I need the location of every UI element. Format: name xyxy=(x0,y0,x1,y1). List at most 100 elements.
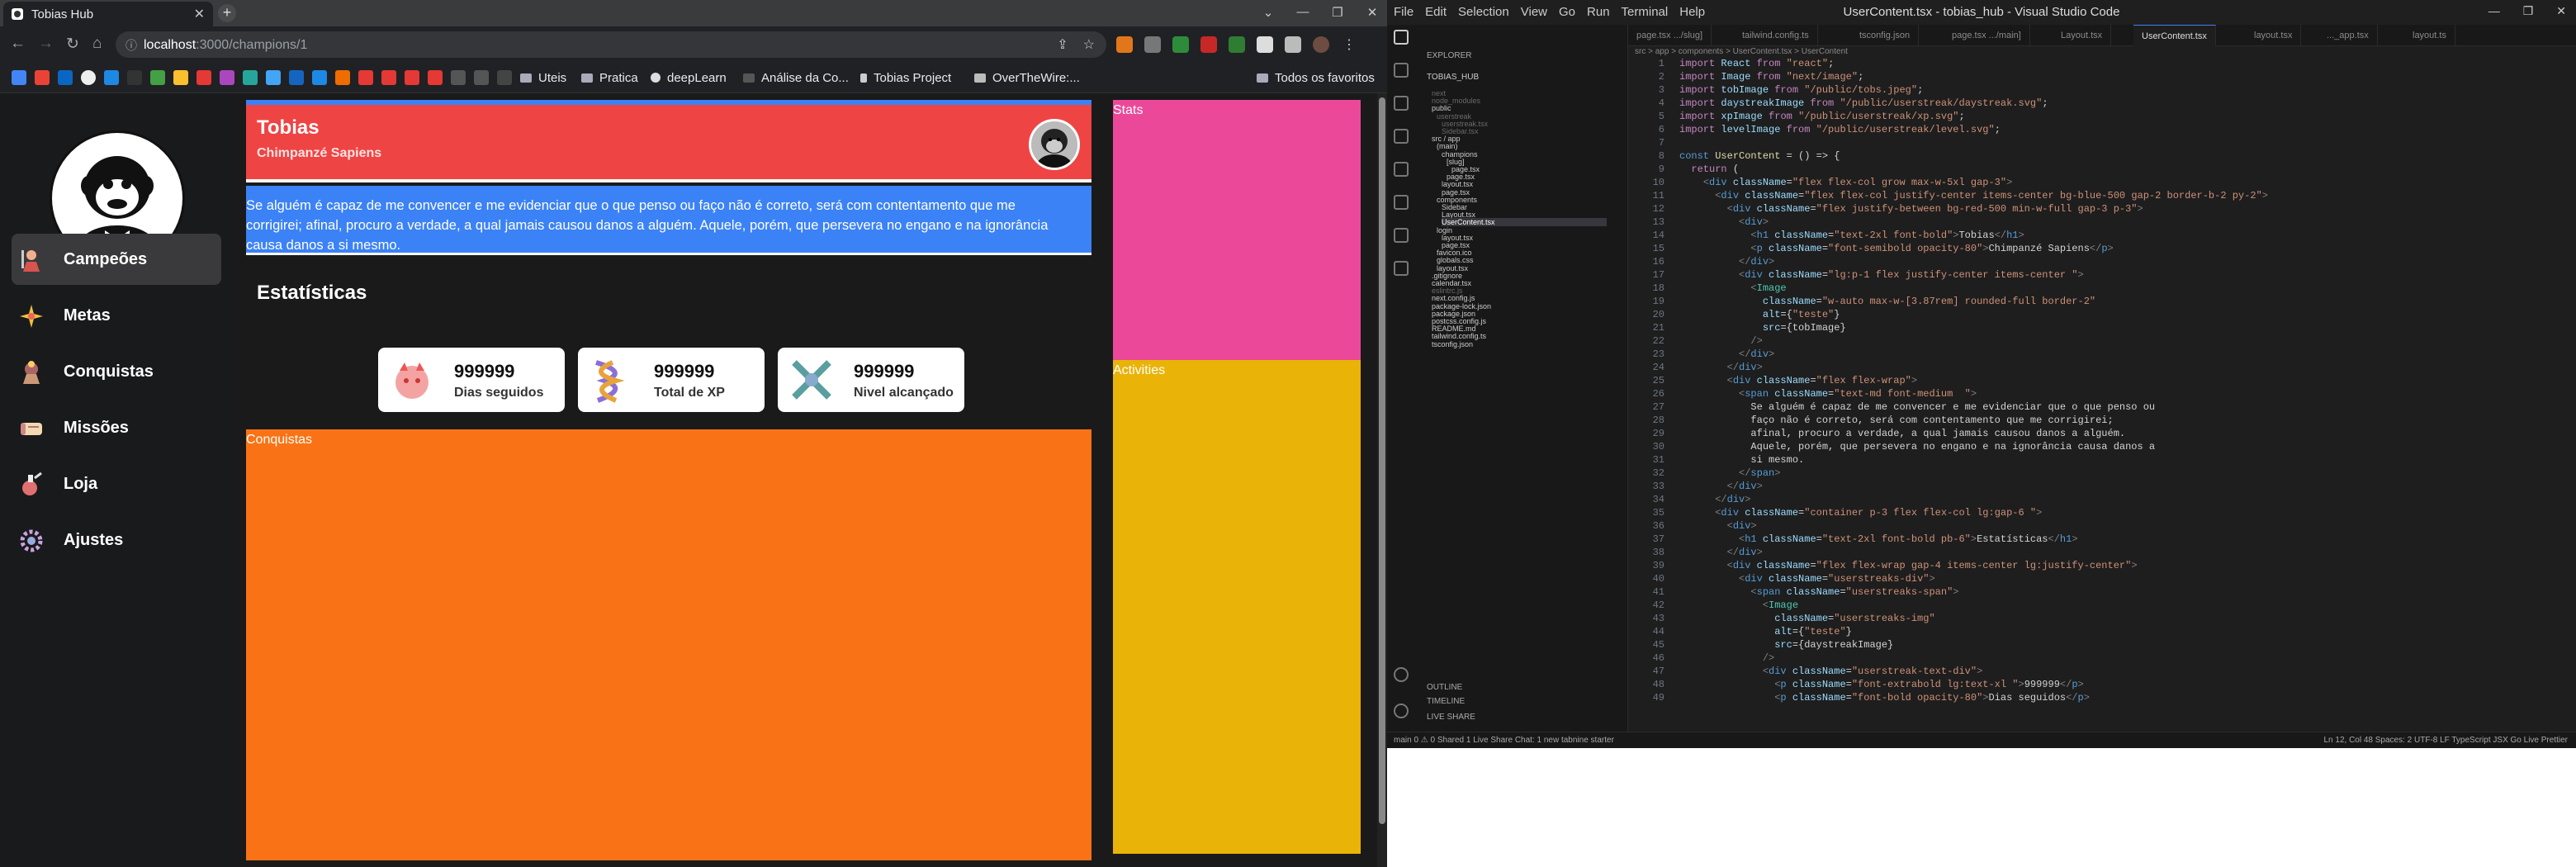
extension-icon[interactable] xyxy=(1172,36,1189,53)
youtube-bookmark-icon[interactable] xyxy=(405,70,419,85)
bookmark-analise[interactable]: Análise da Co... xyxy=(743,71,849,85)
site-info-icon[interactable]: ⓘ xyxy=(125,37,137,54)
code-editor[interactable]: 1 import React from "react"; 2 import Imag… xyxy=(1628,58,2576,735)
bookmark-icon[interactable] xyxy=(266,70,281,85)
nav-item-missoes[interactable]: Missões xyxy=(12,402,221,453)
menu-help[interactable]: Help xyxy=(1679,5,1705,19)
bookmark-icon[interactable] xyxy=(335,70,350,85)
timeline-section[interactable]: TIMELINE xyxy=(1427,697,1465,706)
menu-view[interactable]: View xyxy=(1521,5,1547,19)
puzzle-extensions-icon[interactable] xyxy=(1257,36,1273,53)
new-tab-button[interactable]: + xyxy=(218,4,236,22)
editor-tab[interactable]: Layout.tsx xyxy=(2053,25,2112,46)
minimize-icon[interactable]: — xyxy=(1295,5,1311,20)
menu-terminal[interactable]: Terminal xyxy=(1622,5,1669,19)
metamask-extension-icon[interactable] xyxy=(1116,36,1133,53)
file-tree-item[interactable]: UserContent.tsx xyxy=(1442,218,1607,227)
project-name[interactable]: TOBIAS_HUB xyxy=(1427,73,1479,82)
back-icon[interactable]: ← xyxy=(10,35,26,53)
browser-tab[interactable]: Tobias Hub ✕ xyxy=(3,2,213,26)
bookmark-icon[interactable] xyxy=(127,70,142,85)
menu-file[interactable]: File xyxy=(1394,5,1413,19)
reading-list-icon[interactable] xyxy=(1285,36,1301,53)
profile-avatar-icon[interactable] xyxy=(1313,36,1329,53)
editor-tab[interactable]: layout.ts xyxy=(2404,25,2455,46)
breadcrumb[interactable]: src > app > components > UserContent.tsx… xyxy=(1635,47,1848,56)
forward-icon[interactable]: → xyxy=(38,35,54,53)
share-icon[interactable]: ⇪ xyxy=(1057,36,1068,53)
pdf-extension-icon[interactable] xyxy=(1200,36,1217,53)
nav-item-campeoes[interactable]: Campeões xyxy=(12,234,221,285)
bookmark-icon[interactable] xyxy=(150,70,165,85)
editor-tab[interactable]: tailwind.config.ts xyxy=(1734,25,1818,46)
live-share-section[interactable]: LIVE SHARE xyxy=(1427,713,1475,722)
bookmark-icon[interactable] xyxy=(358,70,373,85)
editor-tab[interactable]: page.tsx .../main] xyxy=(1944,25,2030,46)
youtube-bookmark-icon[interactable] xyxy=(381,70,396,85)
files-icon[interactable] xyxy=(1394,30,1409,45)
bookmark-overthewire[interactable]: OverTheWire:... xyxy=(974,71,1080,85)
remote-icon[interactable] xyxy=(1394,195,1409,210)
github-icon[interactable] xyxy=(1394,261,1409,276)
source-control-icon[interactable] xyxy=(1394,96,1409,111)
bookmark-icon[interactable] xyxy=(104,70,119,85)
maximize-icon[interactable]: ❐ xyxy=(2523,4,2534,18)
extensions-icon[interactable] xyxy=(1394,162,1409,177)
minimize-icon[interactable]: — xyxy=(2488,4,2500,18)
close-window-icon[interactable]: ✕ xyxy=(2556,4,2566,18)
browser-menu-icon[interactable]: ⋮ xyxy=(1341,36,1357,53)
bookmark-icon[interactable] xyxy=(197,70,211,85)
nav-item-conquistas[interactable]: Conquistas xyxy=(12,346,221,397)
linkedin-bookmark-icon[interactable] xyxy=(58,70,73,85)
file-tree-item[interactable]: tsconfig.json xyxy=(1432,340,1473,348)
search-icon[interactable] xyxy=(1394,63,1409,78)
editor-tab[interactable]: tsconfig.json xyxy=(1851,25,1920,46)
tab-search-icon[interactable]: ⌄ xyxy=(1260,5,1276,20)
youtube-bookmark-icon[interactable] xyxy=(428,70,443,85)
extension-icon[interactable] xyxy=(1144,36,1161,53)
editor-tab[interactable]: ..._app.tsx xyxy=(2318,25,2378,46)
status-left[interactable]: main 0 ⚠ 0 Shared 1 Live Share Chat: 1 n… xyxy=(1394,736,1614,745)
address-bar[interactable]: ⓘ localhost:3000/champions/1 ⇪ ☆ xyxy=(116,31,1106,58)
github-bookmark-icon[interactable] xyxy=(81,70,96,85)
close-window-icon[interactable]: ✕ xyxy=(1364,5,1380,20)
bookmark-folder-pratica[interactable]: Pratica xyxy=(581,71,638,85)
close-tab-icon[interactable]: ✕ xyxy=(194,6,205,22)
nav-item-ajustes[interactable]: Ajustes xyxy=(12,514,221,566)
bookmark-all-favorites[interactable]: Todos os favoritos xyxy=(1257,71,1375,85)
nav-item-loja[interactable]: Loja xyxy=(12,458,221,509)
bookmark-icon[interactable] xyxy=(243,70,258,85)
editor-tab-active[interactable]: UserContent.tsx xyxy=(2133,25,2216,46)
menu-selection[interactable]: Selection xyxy=(1458,5,1509,19)
bookmark-icon[interactable] xyxy=(12,70,26,85)
gmail-bookmark-icon[interactable] xyxy=(35,70,50,85)
bookmark-icon[interactable] xyxy=(451,70,466,85)
menu-go[interactable]: Go xyxy=(1559,5,1575,19)
nav-item-metas[interactable]: Metas xyxy=(12,290,221,341)
maximize-icon[interactable]: ❐ xyxy=(1329,5,1346,20)
live-share-icon[interactable] xyxy=(1394,228,1409,243)
editor-tab[interactable]: page.tsx .../slug] xyxy=(1628,25,1712,46)
settings-gear-icon[interactable] xyxy=(1394,704,1409,718)
editor-tab[interactable]: layout.tsx xyxy=(2246,25,2302,46)
bookmark-icon[interactable] xyxy=(220,70,234,85)
bookmark-icon[interactable] xyxy=(289,70,304,85)
extension-icon[interactable] xyxy=(1229,36,1245,53)
run-debug-icon[interactable] xyxy=(1394,129,1409,144)
reload-icon[interactable]: ↻ xyxy=(66,35,79,54)
page-scrollbar[interactable] xyxy=(1377,93,1387,867)
home-icon[interactable]: ⌂ xyxy=(92,35,102,53)
status-right[interactable]: Ln 12, Col 48 Spaces: 2 UTF-8 LF TypeScr… xyxy=(2323,736,2568,745)
bookmark-deeplearn[interactable]: deepLearn xyxy=(651,71,727,85)
menu-edit[interactable]: Edit xyxy=(1425,5,1447,19)
bookmark-star-icon[interactable]: ☆ xyxy=(1083,36,1095,53)
bookmark-icon[interactable] xyxy=(474,70,489,85)
account-icon[interactable] xyxy=(1394,667,1409,682)
menu-run[interactable]: Run xyxy=(1587,5,1610,19)
outline-section[interactable]: OUTLINE xyxy=(1427,683,1462,692)
bookmark-folder-uteis[interactable]: Uteis xyxy=(520,71,566,85)
bookmark-icon[interactable] xyxy=(173,70,188,85)
scrollbar-thumb[interactable] xyxy=(1379,97,1385,824)
bookmark-icon[interactable] xyxy=(312,70,327,85)
bookmark-tobias-project[interactable]: Tobias Project xyxy=(860,71,951,85)
